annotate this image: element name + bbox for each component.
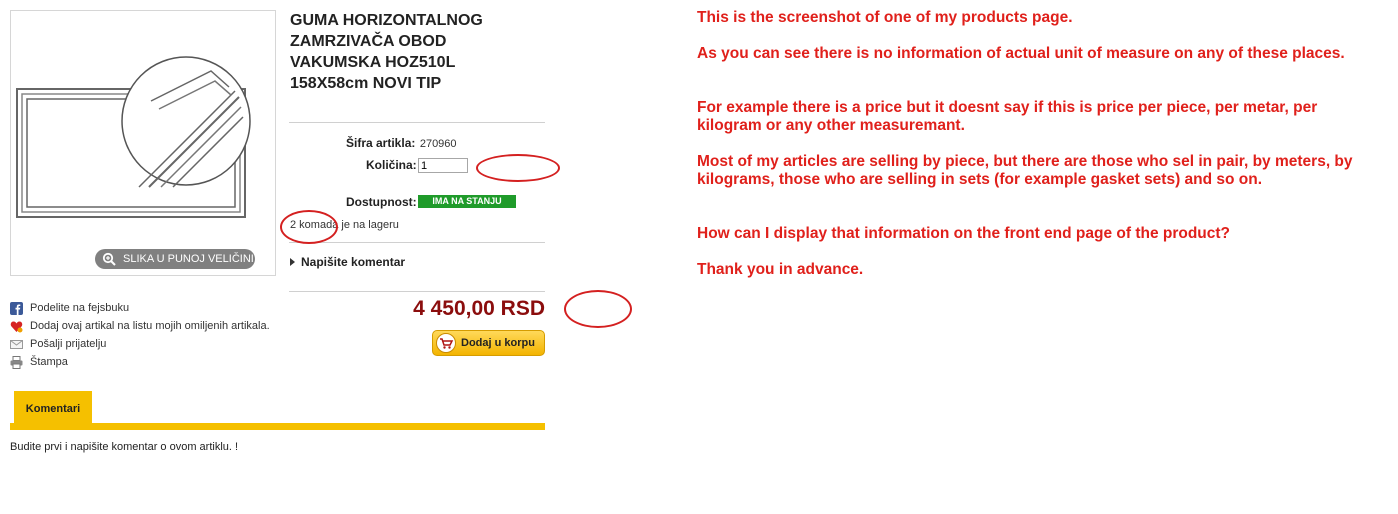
add-favorites-link[interactable]: Dodaj ovaj artikal na listu mojih omilje… — [10, 320, 270, 333]
cart-icon — [436, 333, 456, 353]
add-to-cart-button[interactable]: Dodaj u korpu — [432, 330, 545, 356]
quantity-input[interactable] — [418, 158, 468, 173]
sku-value: 270960 — [419, 138, 457, 150]
annotation-line-4: Most of my articles are selling by piece… — [697, 153, 1353, 188]
gasket-drawing — [16, 56, 251, 218]
sku-label: Šifra artikla: — [346, 136, 416, 150]
stock-status-badge: IMA NA STANJU — [418, 195, 516, 208]
add-favorites-label: Dodaj ovaj artikal na listu mojih omilje… — [30, 320, 270, 332]
add-to-cart-label: Dodaj u korpu — [461, 337, 535, 349]
divider — [289, 242, 545, 243]
stock-suffix: je na lageru — [341, 219, 399, 231]
annotation-ellipse-price — [564, 290, 632, 328]
divider — [289, 122, 545, 123]
sku-row: Šifra artikla: 270960 — [346, 134, 457, 152]
annotation-line-3: For example there is a price but it does… — [697, 99, 1318, 134]
zoom-full-size-button[interactable]: SLIKA U PUNOJ VELIČINI — [95, 249, 255, 269]
availability-label: Dostupnost: — [346, 195, 417, 209]
print-label: Štampa — [30, 356, 68, 368]
triangle-right-icon — [290, 258, 295, 266]
magnifier-icon — [102, 252, 116, 266]
envelope-icon — [10, 340, 23, 349]
printer-icon — [10, 356, 23, 369]
annotation-line-2: As you can see there is no information o… — [697, 45, 1345, 62]
zoom-label: SLIKA U PUNOJ VELIČINI — [123, 253, 254, 265]
facebook-icon — [10, 302, 23, 315]
annotation-line-6: Thank you in advance. — [697, 261, 864, 278]
product-price: 4 450,00 RSD — [413, 297, 545, 320]
quantity-label: Količina: — [366, 158, 417, 172]
annotation-ellipse-quantity — [476, 154, 560, 182]
write-comment-label: Napišite komentar — [301, 255, 406, 269]
share-facebook-link[interactable]: Podelite na fejsbuku — [10, 302, 130, 315]
annotation-ellipse-stock — [280, 210, 338, 244]
annotation-line-1: This is the screenshot of one of my prod… — [697, 9, 1073, 26]
tab-bar — [10, 423, 545, 430]
send-to-friend-link[interactable]: Pošalji prijatelju — [10, 338, 107, 350]
heart-icon — [10, 321, 23, 333]
send-to-friend-label: Pošalji prijatelju — [30, 338, 107, 350]
write-comment-link[interactable]: Napišite komentar — [290, 255, 405, 269]
print-link[interactable]: Štampa — [10, 356, 68, 369]
divider — [289, 291, 545, 292]
tab-comments[interactable]: Komentari — [14, 391, 92, 423]
product-title: GUMA HORIZONTALNOG ZAMRZIVAČA OBOD VAKUM… — [290, 12, 483, 92]
share-facebook-label: Podelite na fejsbuku — [30, 302, 130, 314]
comments-empty-text: Budite prvi i napišite komentar o ovom a… — [10, 441, 239, 453]
product-image[interactable] — [10, 10, 276, 276]
annotation-line-5: How can I display that information on th… — [697, 225, 1231, 242]
